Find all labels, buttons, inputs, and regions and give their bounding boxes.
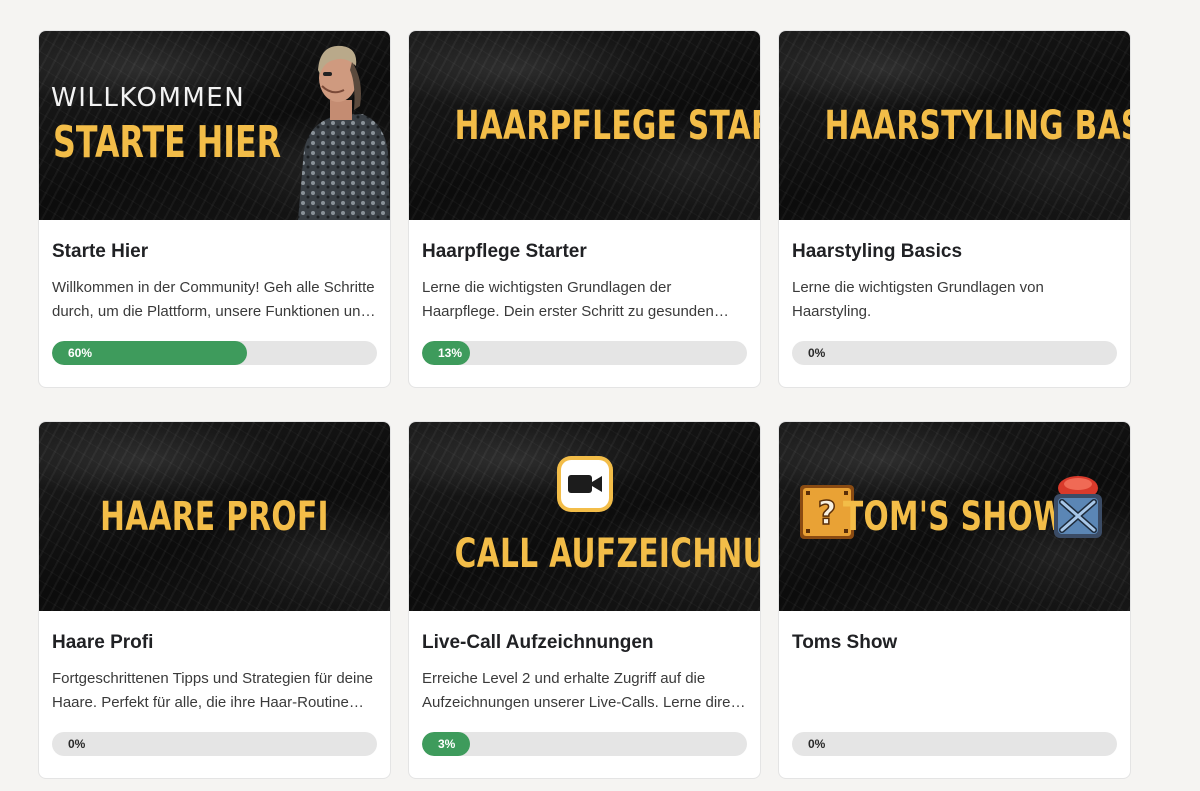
course-card-body: Live-Call Aufzeichnungen Erreiche Level … xyxy=(409,611,760,778)
course-thumbnail: HAARSTYLING BASICS xyxy=(779,31,1130,220)
course-card-toms-show[interactable]: ? TOM'S SHOW Toms Show 0% xyxy=(778,421,1131,779)
course-card-live-call-aufzeichnungen[interactable]: CALL AUFZEICHNUNGEN Live-Call Aufzeichnu… xyxy=(408,421,761,779)
course-description: Willkommen in der Community! Geh alle Sc… xyxy=(52,279,375,320)
progress-label: 0% xyxy=(808,737,826,751)
course-card-body: Haare Profi Fortgeschrittenen Tipps und … xyxy=(39,611,390,778)
progress-bar: 0% xyxy=(792,341,1117,365)
course-title: Haarpflege Starter xyxy=(422,241,587,262)
course-thumbnail: HAARE PROFI xyxy=(39,422,390,611)
course-card-body: Haarpflege Starter Lerne die wichtigsten… xyxy=(409,220,760,387)
course-thumbnail: WILLKOMMEN STARTE HIER xyxy=(39,31,390,220)
thumbnail-title: STARTE HIER xyxy=(53,117,282,168)
progress-label: 13% xyxy=(438,346,463,360)
course-card-body: Toms Show 0% xyxy=(779,611,1130,778)
thumbnail-title: HAARPFLEGE STARTER xyxy=(454,102,760,149)
video-camera-icon xyxy=(557,456,613,512)
thumbnail-title: HAARSTYLING BASICS xyxy=(824,102,1130,149)
thumbnail-title: CALL AUFZEICHNUNGEN xyxy=(454,531,761,577)
progress-label: 60% xyxy=(68,346,93,360)
course-title: Live-Call Aufzeichnungen xyxy=(422,632,654,653)
progress-bar: 3% xyxy=(422,732,747,756)
course-description: Fortgeschrittenen Tipps und Strategien f… xyxy=(52,670,374,711)
course-description xyxy=(792,667,1117,715)
progress-label: 3% xyxy=(438,737,456,751)
course-card-haarstyling-basics[interactable]: HAARSTYLING BASICS Haarstyling Basics Le… xyxy=(778,30,1131,388)
thumbnail-subtitle: WILLKOMMEN xyxy=(51,83,246,113)
progress-label: 0% xyxy=(68,737,86,751)
course-thumbnail: ? TOM'S SHOW xyxy=(779,422,1130,611)
course-title: Haarstyling Basics xyxy=(792,241,963,262)
progress-bar: 0% xyxy=(792,732,1117,756)
course-thumbnail: HAARPFLEGE STARTER xyxy=(409,31,760,220)
thumbnail-title: HAARE PROFI xyxy=(100,493,329,540)
progress-bar: 60% xyxy=(52,341,377,365)
course-card-body: Starte Hier Willkommen in der Community!… xyxy=(39,220,390,387)
thumbnail-title: TOM'S SHOW xyxy=(842,493,1067,540)
course-card-starte-hier[interactable]: WILLKOMMEN STARTE HIER Starte Hier Willk… xyxy=(38,30,391,388)
course-title: Starte Hier xyxy=(52,241,149,262)
course-thumbnail: CALL AUFZEICHNUNGEN xyxy=(409,422,760,611)
course-title: Haare Profi xyxy=(52,632,154,653)
progress-bar: 13% xyxy=(422,341,747,365)
course-card-haarpflege-starter[interactable]: HAARPFLEGE STARTER Haarpflege Starter Le… xyxy=(408,30,761,388)
progress-label: 0% xyxy=(808,346,826,360)
course-description: Lerne die wichtigsten Grundlagen von Haa… xyxy=(792,279,1044,320)
presenter-photo xyxy=(298,45,390,220)
course-description: Lerne die wichtigsten Grundlagen der Haa… xyxy=(422,279,714,320)
course-card-haare-profi[interactable]: HAARE PROFI Haare Profi Fortgeschrittene… xyxy=(38,421,391,779)
course-description: Erreiche Level 2 und erhalte Zugriff auf… xyxy=(422,670,743,711)
course-card-body: Haarstyling Basics Lerne die wichtigsten… xyxy=(779,220,1130,387)
progress-bar: 0% xyxy=(52,732,377,756)
red-button-icon xyxy=(1054,476,1102,538)
course-grid: WILLKOMMEN STARTE HIER Starte Hier Willk… xyxy=(38,30,1131,779)
course-title: Toms Show xyxy=(792,632,898,653)
